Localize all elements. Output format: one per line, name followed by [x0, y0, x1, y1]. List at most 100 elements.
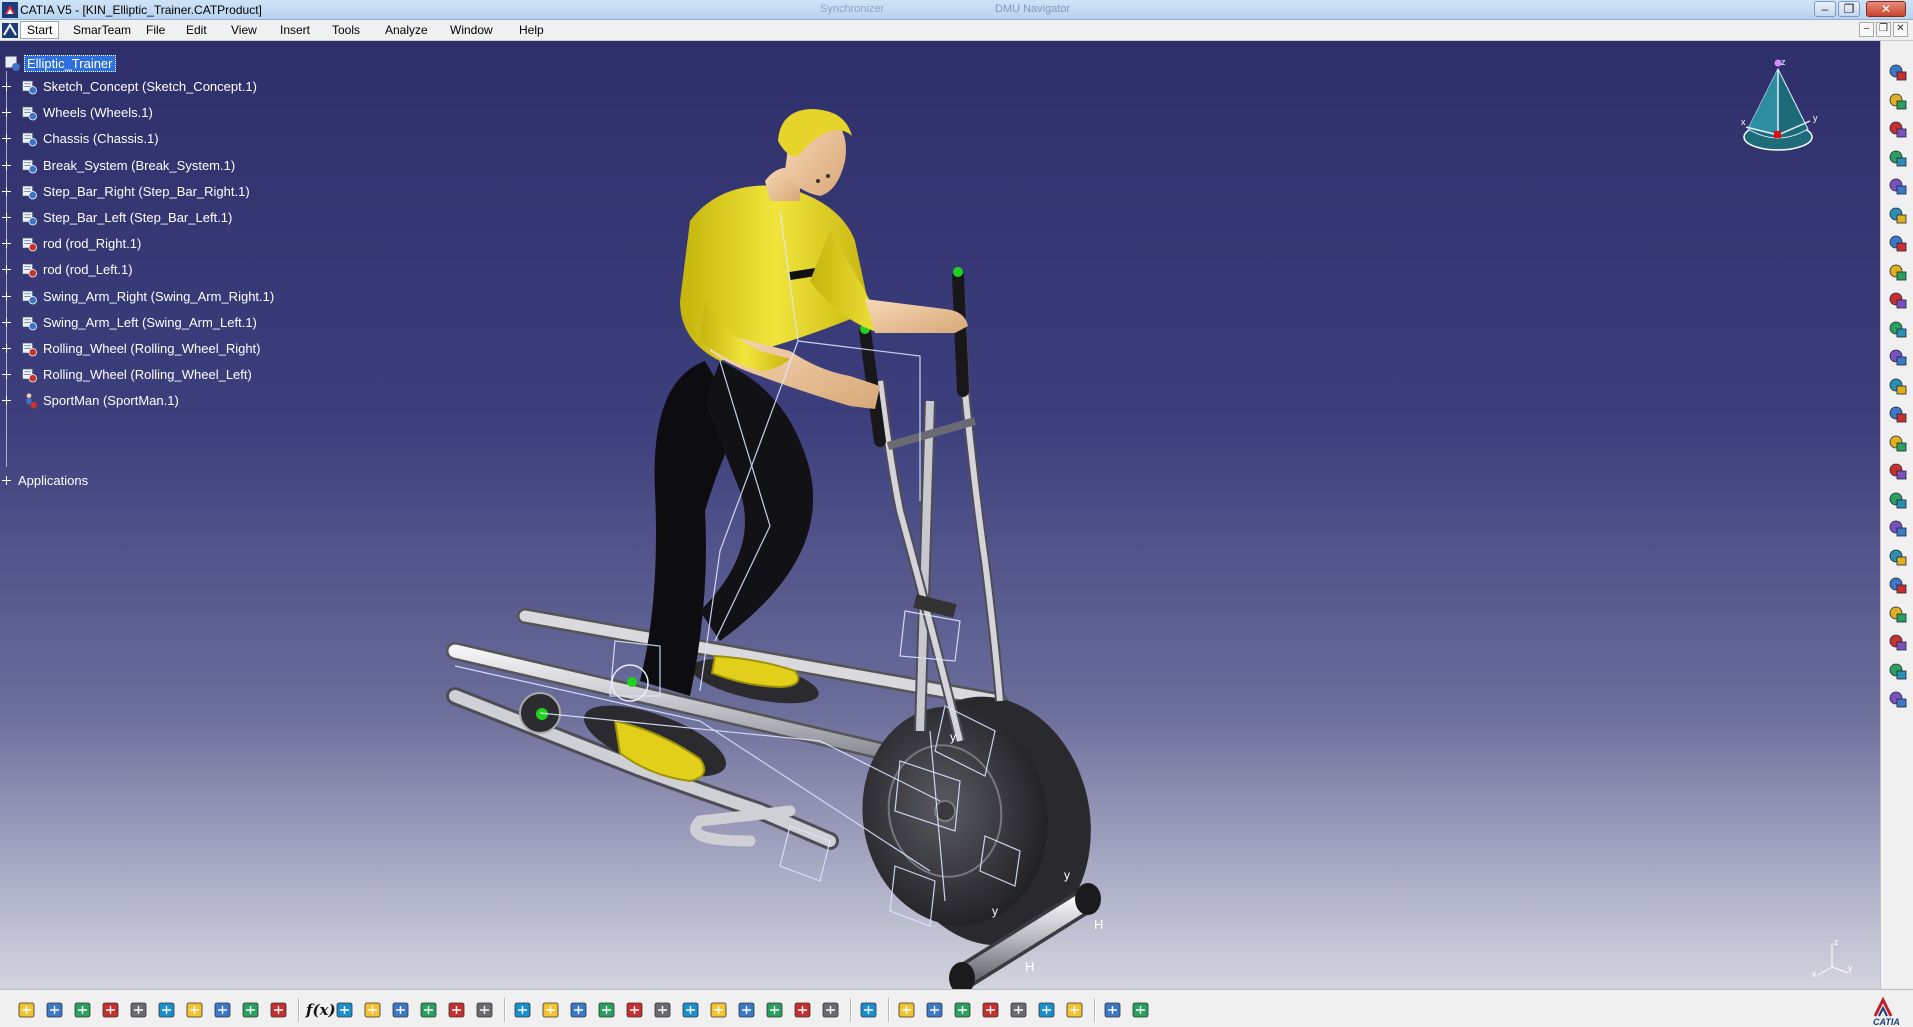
tree-item-label[interactable]: Wheels (Wheels.1) [43, 105, 153, 120]
tree-item-label[interactable]: Chassis (Chassis.1) [43, 131, 159, 146]
sectioning-icon[interactable] [1008, 999, 1030, 1021]
network-icon[interactable] [418, 999, 440, 1021]
select-arrow-icon[interactable] [1887, 90, 1909, 112]
rotate-view-icon[interactable] [596, 999, 618, 1021]
gear-joint-icon[interactable] [1887, 318, 1909, 340]
tree-item-label[interactable]: Swing_Arm_Left (Swing_Arm_Left.1) [43, 315, 257, 330]
tree-item-label[interactable]: SportMan (SportMan.1) [43, 393, 179, 408]
expand-icon[interactable] [2, 82, 11, 91]
expand-icon[interactable] [2, 370, 11, 380]
speed-icon[interactable] [1887, 688, 1909, 710]
revolute-joint-icon[interactable] [1887, 261, 1909, 283]
paste-icon[interactable] [184, 999, 206, 1021]
simulation-icon[interactable] [1887, 346, 1909, 368]
pan-icon[interactable] [568, 999, 590, 1021]
expand-icon[interactable] [2, 213, 11, 222]
tree-item-label[interactable]: Rolling_Wheel (Rolling_Wheel_Left) [43, 367, 252, 382]
fit-product-icon[interactable] [1887, 118, 1909, 140]
background-tab[interactable] [380, 3, 530, 17]
expand-icon[interactable] [2, 239, 11, 249]
gear-icon[interactable] [1887, 204, 1909, 226]
expand-icon[interactable] [2, 317, 11, 327]
expand-icon[interactable] [2, 108, 11, 118]
whats-this-icon[interactable] [268, 999, 290, 1021]
exchange-icon[interactable] [1102, 999, 1124, 1021]
mdi-close-button[interactable]: ✕ [1893, 22, 1908, 37]
iso-view-icon[interactable] [736, 999, 758, 1021]
kinematics-icon[interactable] [1887, 489, 1909, 511]
hide-show-icon[interactable] [764, 999, 786, 1021]
law-icon[interactable] [1887, 460, 1909, 482]
background-tab-dmu[interactable]: DMU Navigator [995, 3, 1095, 17]
cylindrical-joint-icon[interactable] [1887, 289, 1909, 311]
tree-root-label[interactable]: Elliptic_Trainer [24, 55, 116, 72]
rotate-icon[interactable] [1887, 61, 1909, 83]
player-icon[interactable] [1887, 603, 1909, 625]
cut-icon[interactable] [128, 999, 150, 1021]
table-icon[interactable] [390, 999, 412, 1021]
formula-icon[interactable]: f(x) [306, 999, 336, 1021]
render-icon[interactable] [820, 999, 842, 1021]
lighting-icon[interactable] [1036, 999, 1058, 1021]
shading-icon[interactable] [1064, 999, 1086, 1021]
tree-item-label[interactable]: Sketch_Concept (Sketch_Concept.1) [43, 79, 257, 94]
copy-icon[interactable] [156, 999, 178, 1021]
tree-item-label[interactable]: Step_Bar_Right (Step_Bar_Right.1) [43, 184, 250, 199]
elliptic-trainer-model[interactable]: H H y y y [0, 41, 1880, 989]
forward-icon[interactable] [952, 999, 974, 1021]
expand-icon[interactable] [2, 344, 11, 353]
multi-view-icon[interactable] [708, 999, 730, 1021]
undo-icon[interactable] [212, 999, 234, 1021]
rewind-icon[interactable] [924, 999, 946, 1021]
menu-smarteam[interactable]: SmarTeam [73, 23, 131, 37]
compile-icon[interactable] [1887, 631, 1909, 653]
menu-insert[interactable]: Insert [280, 23, 310, 37]
mdi-restore-button[interactable]: ❐ [1876, 22, 1891, 37]
menu-help[interactable]: Help [519, 23, 544, 37]
tree-item-label[interactable]: Rolling_Wheel (Rolling_Wheel_Right) [43, 341, 261, 356]
expand-icon[interactable] [2, 396, 11, 406]
magnify-icon[interactable] [980, 999, 1002, 1021]
mdi-minimize-button[interactable]: – [1859, 22, 1874, 37]
expand-icon[interactable] [2, 476, 11, 485]
menu-start[interactable]: Start [20, 21, 60, 39]
minimize-button[interactable]: – [1814, 1, 1836, 17]
lock-icon[interactable] [446, 999, 468, 1021]
analysis-icon[interactable] [1887, 403, 1909, 425]
maximize-button[interactable]: ❐ [1838, 1, 1860, 17]
capture-icon[interactable] [858, 999, 880, 1021]
open-icon[interactable] [44, 999, 66, 1021]
background-tab[interactable] [560, 3, 640, 17]
tree-item-label[interactable]: Step_Bar_Left (Step_Bar_Left.1) [43, 210, 232, 225]
zoom-in-icon[interactable] [624, 999, 646, 1021]
fly-mode-icon[interactable] [512, 999, 534, 1021]
fit-all-icon[interactable] [540, 999, 562, 1021]
tree-item-label[interactable]: Applications [18, 473, 88, 488]
trace-icon[interactable] [1887, 517, 1909, 539]
expand-icon[interactable] [2, 265, 11, 275]
assembly-icon[interactable] [1887, 175, 1909, 197]
measure-icon[interactable] [1887, 432, 1909, 454]
menu-analyze[interactable]: Analyze [385, 23, 428, 37]
compass-icon[interactable]: z x y [1736, 55, 1826, 165]
tree-item-label[interactable]: Swing_Arm_Right (Swing_Arm_Right.1) [43, 289, 274, 304]
sequence-icon[interactable] [1887, 574, 1909, 596]
save-icon[interactable] [72, 999, 94, 1021]
menu-window[interactable]: Window [450, 23, 493, 37]
background-tab-synchronizer[interactable]: Synchronizer [820, 3, 920, 17]
sensor-icon[interactable] [1887, 147, 1909, 169]
zoom-out-icon[interactable] [652, 999, 674, 1021]
joint-icon[interactable] [1887, 232, 1909, 254]
menu-view[interactable]: View [231, 23, 257, 37]
new-icon[interactable] [16, 999, 38, 1021]
swing-arms[interactable] [859, 267, 1005, 743]
normal-view-icon[interactable] [680, 999, 702, 1021]
menu-tools[interactable]: Tools [332, 23, 360, 37]
compass-icon[interactable] [896, 999, 918, 1021]
swap-space-icon[interactable] [792, 999, 814, 1021]
expand-icon[interactable] [2, 291, 11, 301]
knowledge-icon[interactable] [362, 999, 384, 1021]
tree-item-label[interactable]: rod (rod_Right.1) [43, 236, 141, 251]
replay-icon[interactable] [1887, 660, 1909, 682]
tree-item-label[interactable]: rod (rod_Left.1) [43, 262, 133, 277]
